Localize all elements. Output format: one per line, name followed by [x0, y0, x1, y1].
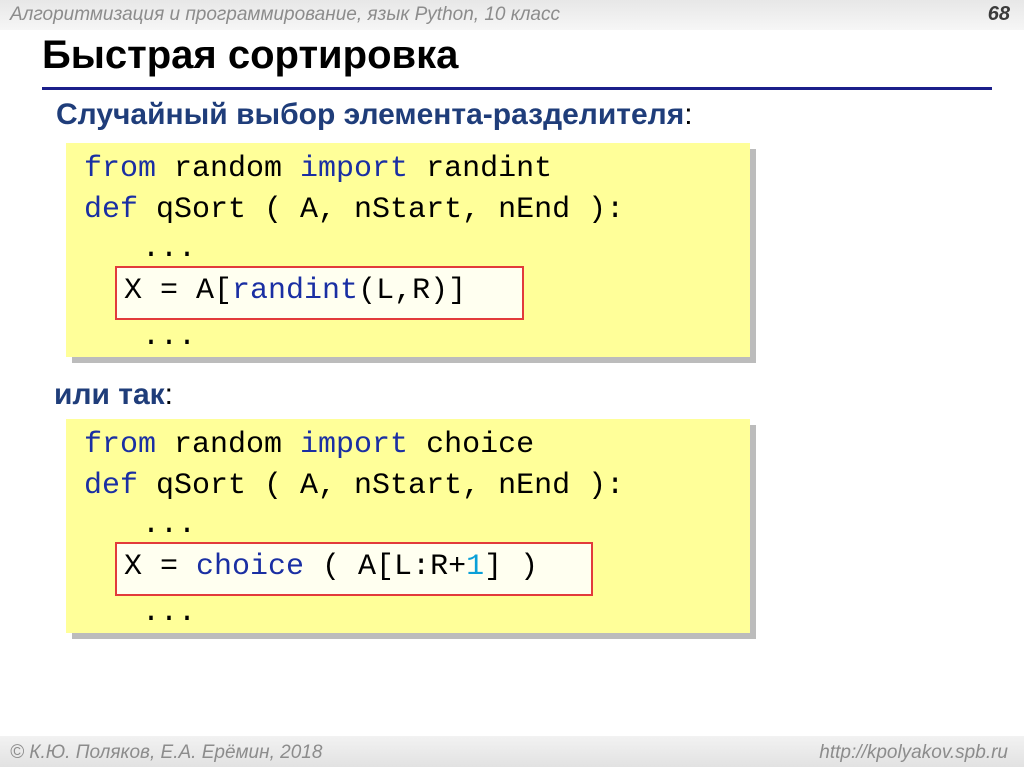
- code-text: qSort ( A, nStart, nEnd ):: [138, 469, 625, 503]
- code-keyword: from: [84, 428, 157, 462]
- or-label-colon: :: [164, 378, 174, 411]
- code-keyword: from: [84, 152, 157, 186]
- code-keyword: randint: [232, 274, 359, 308]
- code-keyword: def: [84, 469, 139, 503]
- code-line: ...: [106, 232, 197, 266]
- footer-bar: © К.Ю. Поляков, Е.А. Ерёмин, 2018 http:/…: [0, 736, 1024, 767]
- code-text: ( A[L:R+: [304, 550, 467, 584]
- code-line: X = A[randint(L,R)]: [124, 273, 466, 309]
- or-label-text: или так: [54, 378, 165, 411]
- code-keyword: def: [84, 193, 139, 227]
- code-line: def qSort ( A, nStart, nEnd ):: [84, 468, 624, 504]
- footer-authors: © К.Ю. Поляков, Е.А. Ерёмин, 2018: [10, 742, 323, 763]
- page-number: 68: [987, 3, 1010, 25]
- course-title: Алгоритмизация и программирование, язык …: [10, 4, 560, 25]
- code-number: 1: [466, 550, 485, 584]
- code-text: choice: [408, 428, 535, 462]
- code-block-randint: from random import randint def qSort ( A…: [66, 143, 750, 357]
- or-label: или так:: [54, 378, 173, 412]
- footer-url[interactable]: http://kpolyakov.spb.ru: [819, 742, 1008, 764]
- code-keyword: choice: [196, 550, 305, 584]
- code-line: from random import randint: [84, 151, 552, 187]
- slide-title: Быстрая сортировка: [42, 33, 459, 77]
- subtitle-colon: :: [684, 98, 693, 131]
- code-block-choice: from random import choice def qSort ( A,…: [66, 419, 750, 633]
- code-text: random: [156, 428, 301, 462]
- code-line: X = choice ( A[L:R+1] ): [124, 549, 538, 585]
- code-line: from random import choice: [84, 427, 534, 463]
- subtitle: Случайный выбор элемента-разделителя:: [56, 98, 693, 132]
- title-divider: [42, 87, 992, 90]
- code-text: X = A[: [124, 274, 233, 308]
- code-line: def qSort ( A, nStart, nEnd ):: [84, 192, 624, 228]
- code-keyword: import: [300, 428, 409, 462]
- code-line: ...: [106, 596, 197, 630]
- code-text: (L,R)]: [358, 274, 467, 308]
- code-text: ] ): [484, 550, 539, 584]
- code-text: randint: [408, 152, 553, 186]
- header-bar: Алгоритмизация и программирование, язык …: [0, 0, 1024, 30]
- code-keyword: import: [300, 152, 409, 186]
- code-text: X =: [124, 550, 197, 584]
- code-line: ...: [106, 508, 197, 542]
- code-text: random: [156, 152, 301, 186]
- subtitle-text: Случайный выбор элемента-разделителя: [56, 98, 685, 131]
- code-text: qSort ( A, nStart, nEnd ):: [138, 193, 625, 227]
- code-line: ...: [106, 320, 197, 354]
